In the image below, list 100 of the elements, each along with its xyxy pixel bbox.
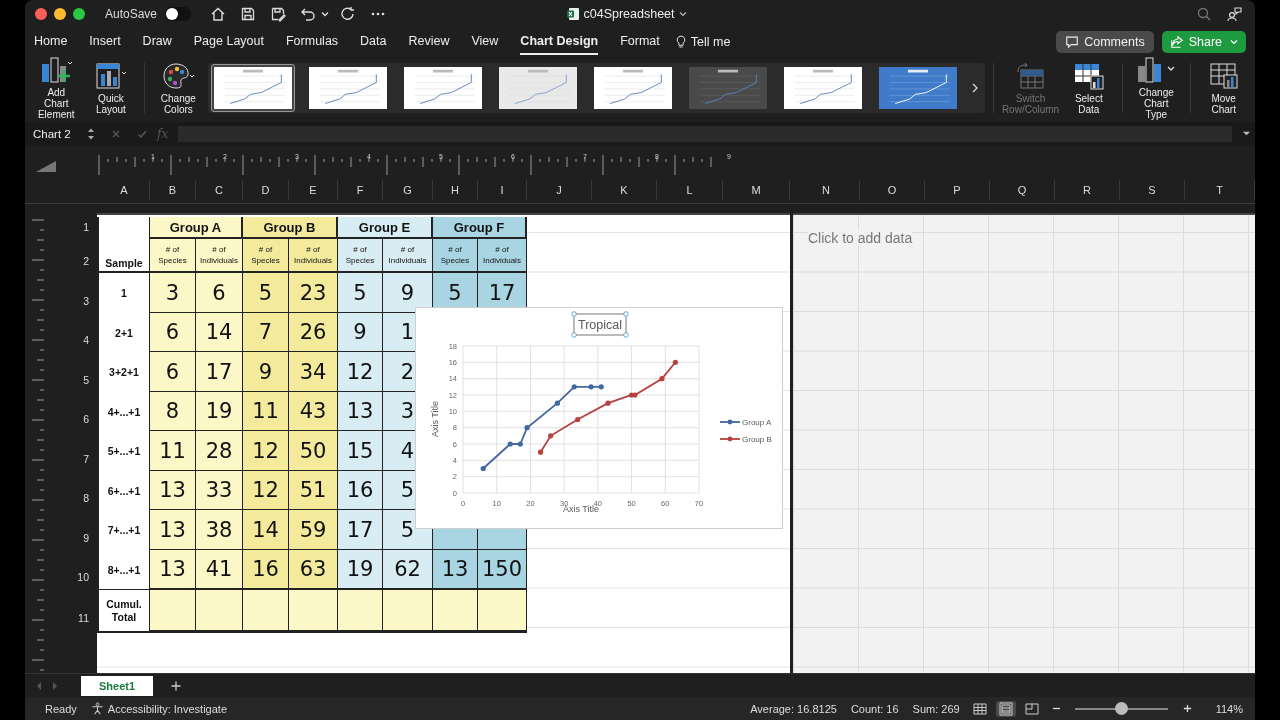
- row-header[interactable]: 11: [77, 585, 89, 627]
- table-cell: 6: [196, 273, 243, 313]
- home-icon[interactable]: [210, 5, 227, 22]
- column-header[interactable]: L: [657, 180, 724, 201]
- row-header[interactable]: 8: [77, 466, 89, 507]
- column-header[interactable]: T: [1185, 180, 1255, 201]
- chart-style-thumbnail[interactable]: [210, 63, 295, 112]
- table-cell: 13: [150, 549, 196, 590]
- row-header[interactable]: 2: [77, 235, 89, 270]
- column-header[interactable]: N: [793, 180, 860, 201]
- title-selection-frame[interactable]: [571, 311, 629, 338]
- column-header[interactable]: P: [925, 180, 990, 201]
- column-header[interactable]: F: [338, 180, 384, 201]
- ribbon-button[interactable]: Select Data: [1063, 60, 1115, 115]
- ribbon-button[interactable]: Move Chart: [1198, 60, 1249, 115]
- row-header[interactable]: 10: [77, 545, 89, 586]
- save-icon[interactable]: [240, 5, 257, 22]
- share-button[interactable]: Share: [1161, 30, 1246, 53]
- ribbon-tab[interactable]: View: [471, 28, 499, 55]
- zoom-button[interactable]: [73, 7, 85, 20]
- stepper-icon[interactable]: [87, 126, 95, 141]
- ribbon-tab[interactable]: Chart Design: [520, 28, 599, 55]
- row-header[interactable]: 4: [77, 308, 89, 349]
- column-header[interactable]: D: [243, 180, 290, 201]
- search-icon[interactable]: [1196, 5, 1212, 22]
- select-all-icon[interactable]: [34, 159, 58, 174]
- caret-icon[interactable]: [678, 9, 687, 18]
- check-icon[interactable]: [137, 128, 147, 139]
- table-cell: 43: [289, 391, 338, 432]
- row-header[interactable]: 9: [77, 506, 89, 546]
- table-cell: 62: [383, 549, 433, 590]
- table-cell: 9: [243, 352, 289, 392]
- table-cell: 17: [338, 510, 383, 550]
- column-header[interactable]: B: [150, 180, 197, 201]
- table-cell: 28: [196, 431, 243, 471]
- caret-icon[interactable]: [321, 9, 330, 18]
- table-cell: 12: [338, 352, 383, 392]
- table-cell: 63: [289, 549, 338, 590]
- ribbon-tab[interactable]: Home: [34, 28, 68, 55]
- legend-label: Group A: [742, 418, 772, 428]
- tell-me-search[interactable]: Tell me: [675, 34, 731, 49]
- row-header[interactable]: 7: [77, 427, 89, 467]
- accessibility-status[interactable]: Accessibility: Investigate: [90, 702, 227, 716]
- ribbon-button[interactable]: Change Colors: [153, 60, 204, 115]
- ribbon-tab[interactable]: Insert: [89, 28, 121, 55]
- save-as-icon[interactable]: [270, 5, 287, 22]
- table-cell: 11: [243, 391, 289, 432]
- next-icon[interactable]: [970, 82, 979, 93]
- name-box[interactable]: Chart 2: [33, 127, 77, 140]
- column-header[interactable]: S: [1120, 180, 1185, 201]
- add-sheet-icon[interactable]: [171, 680, 182, 691]
- table-cell: 14: [243, 510, 289, 550]
- autosave-toggle[interactable]: [165, 6, 192, 21]
- table-cell: 13: [338, 391, 383, 432]
- ribbon-tab[interactable]: Review: [408, 28, 450, 55]
- caret-icon: [1230, 37, 1238, 46]
- ribbon-button[interactable]: Quick Layout: [85, 60, 137, 115]
- column-header[interactable]: A: [99, 180, 151, 201]
- column-header[interactable]: M: [723, 180, 791, 201]
- ribbon-button[interactable]: Add Chart Element: [31, 55, 82, 121]
- table-cell: 33: [196, 470, 243, 511]
- page-view-icon[interactable]: [995, 700, 1016, 717]
- column-header[interactable]: C: [196, 180, 244, 201]
- redo-icon[interactable]: [340, 5, 357, 22]
- column-header[interactable]: J: [527, 180, 593, 201]
- column-header[interactable]: H: [433, 180, 479, 201]
- column-header[interactable]: G: [383, 180, 434, 201]
- comments-button[interactable]: Comments: [1056, 30, 1154, 53]
- column-header[interactable]: E: [289, 180, 339, 201]
- zoom-in-icon[interactable]: [1182, 704, 1192, 714]
- ribbon-tab[interactable]: Page Layout: [193, 28, 264, 55]
- data-line[interactable]: [537, 360, 678, 455]
- table-cell: 38: [196, 510, 243, 550]
- table-cell: 19: [338, 549, 383, 590]
- row-header[interactable]: 1: [77, 213, 89, 236]
- y-axis-title[interactable]: Axis Title: [430, 401, 440, 438]
- average-readout: Average: 16.8125: [750, 702, 837, 715]
- table-cell: 15: [338, 431, 383, 471]
- data-line[interactable]: [480, 384, 604, 472]
- column-header[interactable]: K: [592, 180, 658, 201]
- ribbon-tab[interactable]: Draw: [142, 28, 172, 55]
- column-header[interactable]: O: [860, 180, 925, 201]
- empty-page-hint[interactable]: Click to add data: [808, 230, 913, 247]
- table-cell: 13: [150, 470, 196, 511]
- ribbon-tab[interactable]: Formulas: [286, 28, 339, 55]
- zoom-readout[interactable]: 114%: [1215, 702, 1243, 715]
- column-header[interactable]: I: [478, 180, 528, 201]
- row-header[interactable]: 6: [77, 387, 89, 428]
- sheet-tab[interactable]: Sheet1: [81, 675, 154, 696]
- people-icon[interactable]: [1226, 5, 1242, 22]
- column-header[interactable]: Q: [990, 180, 1055, 201]
- x-axis-title[interactable]: Axis Title: [563, 504, 599, 515]
- minimize-button[interactable]: [54, 7, 66, 20]
- row-header[interactable]: 5: [77, 348, 89, 388]
- close-button[interactable]: [35, 7, 47, 20]
- ribbon-tab[interactable]: Format: [620, 28, 660, 55]
- ribbon-tab[interactable]: Data: [360, 28, 387, 55]
- column-header[interactable]: R: [1055, 180, 1120, 201]
- ribbon-button[interactable]: Change Chart Type: [1130, 55, 1182, 121]
- row-header[interactable]: 3: [77, 269, 89, 309]
